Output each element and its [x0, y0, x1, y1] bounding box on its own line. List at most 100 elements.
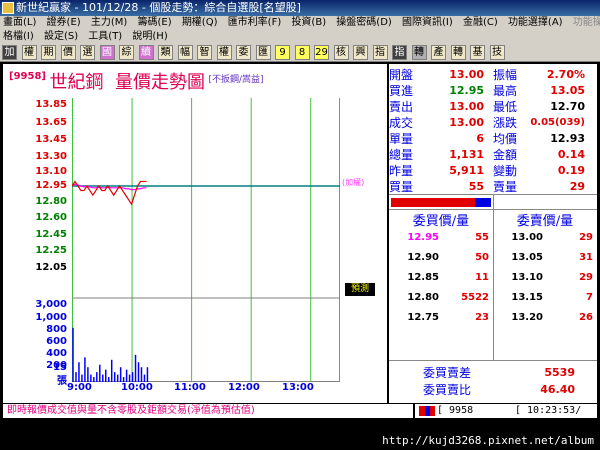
toolbar-button[interactable]: 核: [333, 45, 349, 60]
toolbar-button[interactable]: 匯: [255, 45, 271, 60]
ask-price: 13.20: [511, 312, 543, 323]
quote-label: 漲跌: [493, 116, 518, 130]
bid-header: 委買價/量: [412, 214, 470, 229]
toolbar-button[interactable]: 8: [294, 45, 310, 60]
menu-format[interactable]: 格檔(I): [3, 30, 34, 44]
toolbar-button[interactable]: 續: [138, 45, 154, 60]
toolbar-button[interactable]: 期: [41, 45, 56, 60]
quote-value: 13.05: [550, 84, 585, 97]
menu-options[interactable]: 期權(Q): [182, 16, 218, 30]
menu-screen[interactable]: 畫面(L): [3, 16, 36, 30]
toolbar-button[interactable]: 委: [236, 45, 251, 60]
quote-value: 55: [468, 180, 484, 193]
menu-main-force[interactable]: 主力(M): [91, 16, 127, 30]
bid-volume: 55: [475, 232, 489, 243]
title-bar: 新世紀贏家 - 101/12/28 - 個股走勢：綜合自選股[名望股]: [0, 0, 600, 16]
volume-tick-label: 400: [46, 348, 67, 359]
status-time: [ 10:23:53/: [515, 405, 582, 416]
menu-settings[interactable]: 設定(S): [44, 30, 78, 44]
toolbar-button[interactable]: 技: [489, 45, 505, 60]
ask-volume: 26: [579, 312, 593, 323]
bid-price: 12.95: [407, 232, 439, 243]
quote-value: 13.00: [449, 100, 484, 113]
quote-label: 單量: [389, 132, 414, 146]
toolbar-button[interactable]: 基: [470, 45, 485, 60]
bid-price: 12.85: [407, 272, 439, 283]
menu-fx-rates[interactable]: 匯市利率(F): [228, 16, 282, 30]
quote-label: 賣出: [389, 100, 414, 114]
toolbar-button[interactable]: 9: [275, 45, 290, 60]
quote-row: 買進 12.95 最高 13.05: [389, 83, 597, 99]
ask-price: 13.15: [511, 292, 543, 303]
price-tick-label: 12.80: [35, 196, 67, 207]
bid-ask-ratio-row: 委買賣比 46.40: [389, 382, 597, 398]
status-stock-code: [ 9958: [437, 405, 474, 416]
quote-value: 5,911: [449, 164, 484, 177]
price-tick-label: 12.45: [35, 229, 67, 240]
toolbar-button[interactable]: 興: [353, 45, 368, 60]
quote-label: 均價: [493, 132, 518, 146]
menu-international[interactable]: 國際資訊(I): [402, 16, 453, 30]
toolbar-button[interactable]: 類: [158, 45, 173, 60]
watermark-url: http://kujd3268.pixnet.net/album: [0, 431, 600, 450]
quote-label: 最低: [493, 100, 518, 114]
quote-label: 金額: [493, 148, 518, 162]
quote-label: 賣量: [493, 180, 518, 194]
toolbar-button[interactable]: 指: [372, 45, 388, 60]
time-tick-label: 9:00: [67, 382, 92, 393]
toolbar-button[interactable]: 29: [314, 45, 329, 60]
pre-open-badge[interactable]: 預測: [345, 283, 375, 296]
price-tick-label: 13.45: [35, 134, 67, 145]
ask-volume: 29: [579, 232, 593, 243]
menu-function-ops[interactable]: 功能操作(E): [573, 16, 600, 30]
toolbar-button[interactable]: 權: [21, 45, 37, 60]
volume-tick-label: 3,000: [35, 299, 67, 310]
toolbar-button[interactable]: 加: [2, 45, 17, 60]
toolbar-button[interactable]: 綜: [119, 45, 134, 60]
quote-value: 12.93: [550, 132, 585, 145]
menu-finance[interactable]: 金融(C): [463, 16, 498, 30]
toolbar-button[interactable]: 權: [216, 45, 232, 60]
toolbar-button[interactable]: 選: [80, 45, 95, 60]
quote-row: 賣出 13.00 最低 12.70: [389, 99, 597, 115]
quote-value: 2.70%: [546, 68, 585, 81]
menu-tools[interactable]: 工具(T): [88, 30, 122, 44]
bid-strength-fill: [391, 198, 475, 207]
toolbar-button[interactable]: 指: [392, 45, 407, 60]
quote-label: 買量: [389, 180, 414, 194]
toolbar-button[interactable]: 幅: [177, 45, 193, 60]
ask-price: 13.05: [511, 252, 543, 263]
menu-bar: 畫面(L) 證券(E) 主力(M) 籌碼(E) 期權(Q) 匯市利率(F) 投資…: [0, 16, 600, 44]
toolbar-button[interactable]: 價: [60, 45, 76, 60]
status-ticker: [ 9958 [ 10:23:53/: [415, 404, 597, 418]
bid-volume: 23: [475, 312, 489, 323]
volume-tick-label: 600: [46, 336, 67, 347]
toolbar-button[interactable]: 國: [99, 45, 115, 60]
toolbar-button[interactable]: 產: [431, 45, 446, 60]
toolbar-button[interactable]: 轉: [411, 45, 427, 60]
bid-ask-diff-label: 委買賣差: [423, 366, 472, 380]
ask-header: 委賣價/量: [516, 214, 574, 229]
price-tick-label: 13.10: [35, 166, 67, 177]
ask-strength-fill: [475, 198, 491, 207]
quote-row: 昨量 5,911 變動 0.19: [389, 163, 597, 179]
quote-value: 0.19: [557, 164, 585, 177]
time-tick-label: 12:00: [228, 382, 260, 393]
stock-name: 世紀鋼: [49, 72, 104, 93]
toolbar-button[interactable]: 智: [197, 45, 212, 60]
menu-chips[interactable]: 籌碼(E): [138, 16, 172, 30]
chart-title: 量價走勢圖: [114, 72, 205, 93]
bid-ask-ratio-value: 46.40: [540, 383, 575, 396]
menu-trading-code[interactable]: 操盤密碼(D): [336, 16, 392, 30]
menu-help[interactable]: 說明(H): [132, 30, 167, 44]
quote-row: 開盤 13.00 振幅 2.70%: [389, 67, 597, 83]
bid-price: 12.80: [407, 292, 439, 303]
time-tick-label: 11:00: [174, 382, 206, 393]
ask-volume: 29: [579, 272, 593, 283]
menu-investment[interactable]: 投資(B): [291, 16, 326, 30]
price-tick-label: 13.85: [35, 99, 67, 110]
toolbar-button[interactable]: 轉: [450, 45, 466, 60]
quote-label: 買進: [389, 84, 414, 98]
menu-securities[interactable]: 證券(E): [47, 16, 81, 30]
menu-function-select[interactable]: 功能選擇(A): [508, 16, 563, 30]
